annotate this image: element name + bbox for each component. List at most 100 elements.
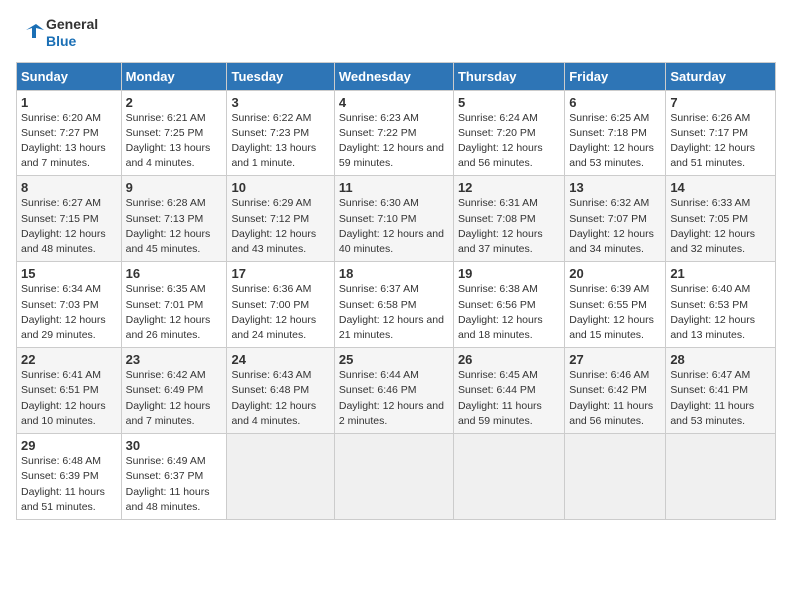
- sunset: Sunset: 6:56 PM: [458, 299, 536, 311]
- daylight: Daylight: 12 hours and 15 minutes.: [569, 314, 654, 341]
- sunrise: Sunrise: 6:30 AM: [339, 197, 419, 209]
- sunset: Sunset: 7:23 PM: [231, 127, 309, 139]
- daylight: Daylight: 12 hours and 4 minutes.: [231, 400, 316, 427]
- daylight: Daylight: 12 hours and 34 minutes.: [569, 228, 654, 255]
- sunset: Sunset: 6:58 PM: [339, 299, 417, 311]
- calendar-cell: 3 Sunrise: 6:22 AM Sunset: 7:23 PM Daylight…: [227, 90, 334, 176]
- calendar-cell: 16Sunrise: 6:35 AMSunset: 7:01 PMDayligh…: [121, 262, 227, 348]
- column-header-monday: Monday: [121, 62, 227, 90]
- calendar-cell: 19Sunrise: 6:38 AMSunset: 6:56 PMDayligh…: [453, 262, 564, 348]
- sunset: Sunset: 7:17 PM: [670, 127, 748, 139]
- sunrise: Sunrise: 6:46 AM: [569, 369, 649, 381]
- daylight: Daylight: 13 hours and 4 minutes.: [126, 142, 211, 169]
- day-number: 3: [231, 95, 329, 110]
- day-number: 7: [670, 95, 771, 110]
- day-number: 4: [339, 95, 449, 110]
- daylight: Daylight: 12 hours and 37 minutes.: [458, 228, 543, 255]
- day-number: 10: [231, 180, 329, 195]
- day-number: 20: [569, 266, 661, 281]
- calendar-cell: 9Sunrise: 6:28 AMSunset: 7:13 PMDaylight…: [121, 176, 227, 262]
- daylight: Daylight: 12 hours and 10 minutes.: [21, 400, 106, 427]
- sunset: Sunset: 6:51 PM: [21, 384, 99, 396]
- sunrise: Sunrise: 6:44 AM: [339, 369, 419, 381]
- week-row-3: 15Sunrise: 6:34 AMSunset: 7:03 PMDayligh…: [17, 262, 776, 348]
- sunset: Sunset: 7:00 PM: [231, 299, 309, 311]
- day-number: 6: [569, 95, 661, 110]
- daylight: Daylight: 12 hours and 21 minutes.: [339, 314, 444, 341]
- sunset: Sunset: 6:44 PM: [458, 384, 536, 396]
- logo-container: General Blue: [16, 16, 98, 50]
- sunset: Sunset: 7:27 PM: [21, 127, 99, 139]
- column-header-wednesday: Wednesday: [334, 62, 453, 90]
- sunrise: Sunrise: 6:21 AM: [126, 112, 206, 124]
- day-number: 13: [569, 180, 661, 195]
- daylight: Daylight: 12 hours and 59 minutes.: [339, 142, 444, 169]
- calendar-cell: [666, 434, 776, 520]
- calendar-cell: 5Sunrise: 6:24 AMSunset: 7:20 PMDaylight…: [453, 90, 564, 176]
- sunset: Sunset: 7:01 PM: [126, 299, 204, 311]
- daylight: Daylight: 12 hours and 43 minutes.: [231, 228, 316, 255]
- calendar-cell: 24Sunrise: 6:43 AMSunset: 6:48 PMDayligh…: [227, 348, 334, 434]
- calendar-cell: [334, 434, 453, 520]
- calendar-cell: [565, 434, 666, 520]
- sunrise: Sunrise: 6:23 AM: [339, 112, 419, 124]
- sunset: Sunset: 7:22 PM: [339, 127, 417, 139]
- sunrise: Sunrise: 6:40 AM: [670, 283, 750, 295]
- sunrise: Sunrise: 6:49 AM: [126, 455, 206, 467]
- calendar-cell: 8Sunrise: 6:27 AMSunset: 7:15 PMDaylight…: [17, 176, 122, 262]
- calendar-cell: 26Sunrise: 6:45 AMSunset: 6:44 PMDayligh…: [453, 348, 564, 434]
- calendar-cell: 2Sunrise: 6:21 AMSunset: 7:25 PMDaylight…: [121, 90, 227, 176]
- day-number: 1: [21, 95, 117, 110]
- day-number: 27: [569, 352, 661, 367]
- sunset: Sunset: 7:18 PM: [569, 127, 647, 139]
- sunset: Sunset: 7:13 PM: [126, 213, 204, 225]
- sunset: Sunset: 6:48 PM: [231, 384, 309, 396]
- sunset: Sunset: 7:03 PM: [21, 299, 99, 311]
- sunrise: Sunrise: 6:47 AM: [670, 369, 750, 381]
- calendar-cell: 29Sunrise: 6:48 AMSunset: 6:39 PMDayligh…: [17, 434, 122, 520]
- day-number: 21: [670, 266, 771, 281]
- day-number: 5: [458, 95, 560, 110]
- sunset: Sunset: 7:07 PM: [569, 213, 647, 225]
- day-number: 12: [458, 180, 560, 195]
- calendar-cell: 27Sunrise: 6:46 AMSunset: 6:42 PMDayligh…: [565, 348, 666, 434]
- sunset: Sunset: 7:15 PM: [21, 213, 99, 225]
- sunset: Sunset: 7:20 PM: [458, 127, 536, 139]
- sunrise: Sunrise: 6:27 AM: [21, 197, 101, 209]
- sunset: Sunset: 7:25 PM: [126, 127, 204, 139]
- daylight: Daylight: 11 hours and 51 minutes.: [21, 486, 105, 513]
- calendar-cell: 22Sunrise: 6:41 AMSunset: 6:51 PMDayligh…: [17, 348, 122, 434]
- sunrise: Sunrise: 6:26 AM: [670, 112, 750, 124]
- daylight: Daylight: 13 hours and 7 minutes.: [21, 142, 106, 169]
- daylight: Daylight: 12 hours and 51 minutes.: [670, 142, 755, 169]
- day-number: 30: [126, 438, 223, 453]
- daylight: Daylight: 11 hours and 56 minutes.: [569, 400, 653, 427]
- calendar-cell: 21Sunrise: 6:40 AMSunset: 6:53 PMDayligh…: [666, 262, 776, 348]
- sunset: Sunset: 7:08 PM: [458, 213, 536, 225]
- logo: General Blue: [16, 16, 98, 50]
- sunrise: Sunrise: 6:37 AM: [339, 283, 419, 295]
- sunrise: Sunrise: 6:20 AM: [21, 112, 101, 124]
- sunset: Sunset: 6:37 PM: [126, 470, 204, 482]
- calendar-cell: 12Sunrise: 6:31 AMSunset: 7:08 PMDayligh…: [453, 176, 564, 262]
- day-number: 23: [126, 352, 223, 367]
- week-row-1: 1 Sunrise: 6:20 AM Sunset: 7:27 PM Daylight…: [17, 90, 776, 176]
- week-row-5: 29Sunrise: 6:48 AMSunset: 6:39 PMDayligh…: [17, 434, 776, 520]
- day-number: 17: [231, 266, 329, 281]
- day-number: 9: [126, 180, 223, 195]
- calendar-cell: 11Sunrise: 6:30 AMSunset: 7:10 PMDayligh…: [334, 176, 453, 262]
- sunset: Sunset: 6:41 PM: [670, 384, 748, 396]
- calendar-cell: 23Sunrise: 6:42 AMSunset: 6:49 PMDayligh…: [121, 348, 227, 434]
- calendar-cell: 10Sunrise: 6:29 AMSunset: 7:12 PMDayligh…: [227, 176, 334, 262]
- calendar-cell: 30Sunrise: 6:49 AMSunset: 6:37 PMDayligh…: [121, 434, 227, 520]
- calendar-table: SundayMondayTuesdayWednesdayThursdayFrid…: [16, 62, 776, 520]
- column-header-thursday: Thursday: [453, 62, 564, 90]
- daylight: Daylight: 12 hours and 56 minutes.: [458, 142, 543, 169]
- sunset: Sunset: 6:55 PM: [569, 299, 647, 311]
- sunrise: Sunrise: 6:29 AM: [231, 197, 311, 209]
- daylight: Daylight: 13 hours and 1 minute.: [231, 142, 316, 169]
- daylight: Daylight: 12 hours and 29 minutes.: [21, 314, 106, 341]
- calendar-cell: 28Sunrise: 6:47 AMSunset: 6:41 PMDayligh…: [666, 348, 776, 434]
- sunrise: Sunrise: 6:22 AM: [231, 112, 311, 124]
- calendar-cell: 17Sunrise: 6:36 AMSunset: 7:00 PMDayligh…: [227, 262, 334, 348]
